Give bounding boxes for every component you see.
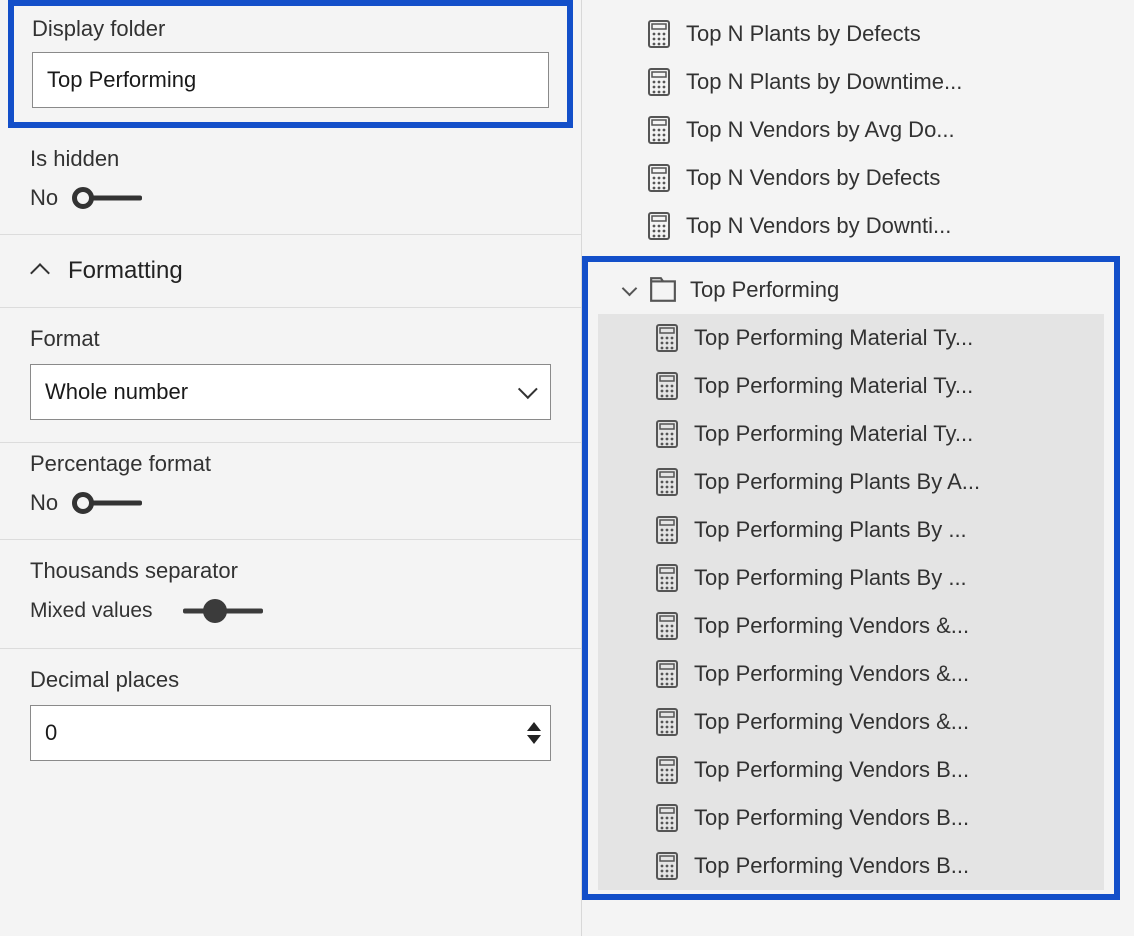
- measure-icon: [648, 68, 670, 96]
- field-row[interactable]: Top Performing Material Ty...: [598, 362, 1104, 410]
- display-folder-highlight: Display folder: [8, 0, 573, 128]
- field-row[interactable]: Top Performing Plants By ...: [598, 506, 1104, 554]
- folder-label: Top Performing: [690, 277, 1096, 303]
- is-hidden-value: No: [30, 185, 58, 211]
- format-section: Format Whole number: [0, 308, 581, 442]
- measure-icon: [656, 468, 678, 496]
- folder-row[interactable]: Top Performing: [598, 266, 1104, 314]
- field-row[interactable]: Top Performing Vendors &...: [598, 602, 1104, 650]
- field-row[interactable]: Top N Vendors by Avg Do...: [592, 106, 1124, 154]
- field-row[interactable]: Top N Plants by Defects: [592, 10, 1124, 58]
- decimal-places-input[interactable]: [30, 705, 551, 761]
- field-row[interactable]: Top Performing Vendors B...: [598, 746, 1104, 794]
- thousands-value: Mixed values: [30, 599, 153, 623]
- measure-icon: [656, 804, 678, 832]
- format-label: Format: [30, 326, 551, 352]
- field-label: Top Performing Plants By ...: [694, 517, 1096, 543]
- percentage-value: No: [30, 490, 58, 516]
- is-hidden-section: Is hidden No: [0, 128, 581, 234]
- measure-icon: [648, 116, 670, 144]
- field-label: Top Performing Material Ty...: [694, 421, 1096, 447]
- measure-icon: [648, 212, 670, 240]
- properties-panel: Display folder Is hidden No Formatting F…: [0, 0, 582, 936]
- is-hidden-label: Is hidden: [30, 146, 551, 172]
- field-label: Top Performing Vendors &...: [694, 613, 1096, 639]
- measure-icon: [656, 372, 678, 400]
- display-folder-input[interactable]: [32, 52, 549, 108]
- field-row[interactable]: Top Performing Vendors &...: [598, 698, 1104, 746]
- chevron-down-icon: [518, 379, 538, 399]
- formatting-title: Formatting: [68, 257, 183, 285]
- decimal-section: Decimal places: [0, 648, 581, 783]
- field-label: Top Performing Vendors B...: [694, 757, 1096, 783]
- format-value: Whole number: [45, 379, 188, 405]
- field-label: Top N Vendors by Defects: [686, 165, 1116, 191]
- decimal-places-label: Decimal places: [30, 667, 551, 693]
- folder-children: Top Performing Material Ty... Top Perform…: [598, 314, 1104, 890]
- fields-list: Top N Plants by Defects Top N Plants by D…: [582, 10, 1134, 250]
- folder-icon: [650, 276, 676, 304]
- percentage-section: Percentage format No: [0, 442, 581, 539]
- field-row[interactable]: Top Performing Material Ty...: [598, 314, 1104, 362]
- fields-panel: Top N Plants by Defects Top N Plants by D…: [582, 0, 1134, 936]
- field-row[interactable]: Top Performing Vendors B...: [598, 794, 1104, 842]
- field-row[interactable]: Top Performing Vendors B...: [598, 842, 1104, 890]
- field-label: Top Performing Vendors B...: [694, 853, 1096, 879]
- field-label: Top N Vendors by Downti...: [686, 213, 1116, 239]
- format-select[interactable]: Whole number: [30, 364, 551, 420]
- measure-icon: [656, 564, 678, 592]
- field-row[interactable]: Top Performing Plants By A...: [598, 458, 1104, 506]
- field-row[interactable]: Top Performing Plants By ...: [598, 554, 1104, 602]
- field-row[interactable]: Top Performing Material Ty...: [598, 410, 1104, 458]
- field-label: Top Performing Plants By ...: [694, 565, 1096, 591]
- is-hidden-toggle[interactable]: [72, 184, 142, 212]
- measure-icon: [648, 20, 670, 48]
- field-row[interactable]: Top N Vendors by Defects: [592, 154, 1124, 202]
- measure-icon: [648, 164, 670, 192]
- measure-icon: [656, 660, 678, 688]
- field-label: Top Performing Vendors &...: [694, 661, 1096, 687]
- thousands-slider[interactable]: [183, 596, 263, 626]
- measure-icon: [656, 324, 678, 352]
- field-label: Top N Plants by Defects: [686, 21, 1116, 47]
- formatting-section-header[interactable]: Formatting: [0, 234, 581, 308]
- display-folder-label: Display folder: [32, 16, 549, 42]
- field-label: Top Performing Vendors B...: [694, 805, 1096, 831]
- field-label: Top Performing Material Ty...: [694, 373, 1096, 399]
- folder-highlight: Top Performing Top Performing Material T…: [582, 256, 1120, 900]
- thousands-section: Thousands separator Mixed values: [0, 539, 581, 648]
- field-label: Top Performing Material Ty...: [694, 325, 1096, 351]
- thousands-label: Thousands separator: [30, 558, 551, 584]
- field-label: Top Performing Plants By A...: [694, 469, 1096, 495]
- decrement-button[interactable]: [527, 735, 541, 744]
- measure-icon: [656, 516, 678, 544]
- increment-button[interactable]: [527, 722, 541, 731]
- measure-icon: [656, 756, 678, 784]
- field-row[interactable]: Top N Plants by Downtime...: [592, 58, 1124, 106]
- field-row[interactable]: Top Performing Vendors &...: [598, 650, 1104, 698]
- measure-icon: [656, 420, 678, 448]
- percentage-toggle[interactable]: [72, 489, 142, 517]
- field-label: Top Performing Vendors &...: [694, 709, 1096, 735]
- measure-icon: [656, 612, 678, 640]
- field-label: Top N Plants by Downtime...: [686, 69, 1116, 95]
- field-label: Top N Vendors by Avg Do...: [686, 117, 1116, 143]
- chevron-down-icon: [622, 283, 636, 297]
- measure-icon: [656, 708, 678, 736]
- percentage-label: Percentage format: [30, 451, 551, 477]
- field-row[interactable]: Top N Vendors by Downti...: [592, 202, 1124, 250]
- chevron-up-icon: [30, 262, 48, 280]
- measure-icon: [656, 852, 678, 880]
